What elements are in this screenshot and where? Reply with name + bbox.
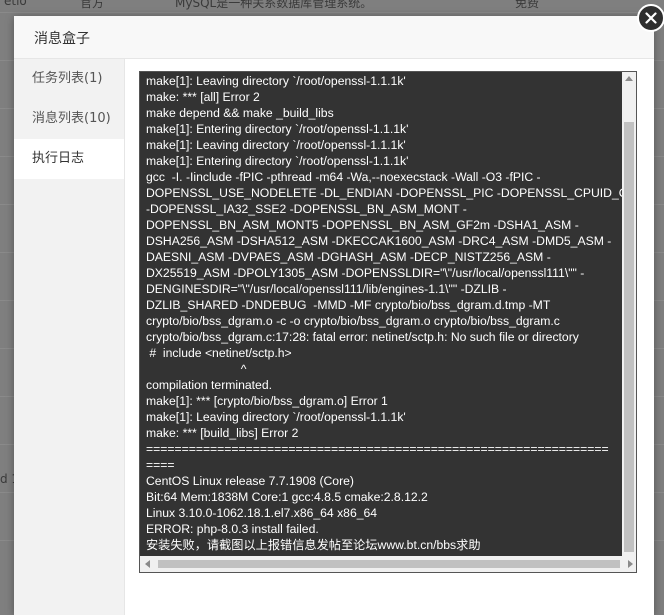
- bg-cell: 免费: [515, 0, 540, 10]
- scroll-right-arrow-icon[interactable]: [628, 560, 633, 568]
- vertical-scrollbar[interactable]: [622, 72, 636, 556]
- bg-divider: [0, 12, 664, 13]
- sidebar-item-task-list[interactable]: 任务列表(1): [14, 59, 124, 99]
- sidebar-item-message-list[interactable]: 消息列表(10): [14, 99, 124, 139]
- log-line: ========================================…: [146, 442, 609, 456]
- bg-cell: 官方: [80, 0, 105, 10]
- log-line: DX25519_ASM -DPOLY1305_ASM -DOPENSSLDIR=…: [146, 266, 585, 280]
- log-line: make[1]: Leaving directory `/root/openss…: [146, 138, 406, 152]
- log-line: crypto/bio/bss_dgram.c:17:28: fatal erro…: [146, 330, 579, 344]
- execution-log-panel[interactable]: make[1]: Leaving directory `/root/openss…: [139, 71, 637, 573]
- log-line: crypto/bio/bss_dgram.o -c -o crypto/bio/…: [146, 314, 560, 328]
- log-line: gcc -I. -Iinclude -fPIC -pthread -m64 -W…: [146, 170, 541, 184]
- log-line: make[1]: Entering directory `/root/opens…: [146, 122, 409, 136]
- log-line: 安装失败，请截图以上报错信息发帖至论坛www.bt.cn/bbs求助: [146, 538, 481, 552]
- log-output: make[1]: Leaving directory `/root/openss…: [146, 73, 624, 553]
- dialog-sidebar: 任务列表(1) 消息列表(10) 执行日志: [14, 59, 125, 615]
- sidebar-item-label: 任务列表(1): [32, 71, 103, 86]
- log-line: make: *** [build_libs] Error 2: [146, 426, 299, 440]
- log-line: DSHA256_ASM -DSHA512_ASM -DKECCAK1600_AS…: [146, 234, 612, 248]
- close-icon: [645, 12, 657, 24]
- scroll-left-arrow-icon[interactable]: [145, 560, 150, 568]
- log-line: make depend && make _build_libs: [146, 106, 334, 120]
- log-line: Bit:64 Mem:1838M Core:1 gcc:4.8.5 cmake:…: [146, 490, 428, 504]
- log-line: -DOPENSSL_IA32_SSE2 -DOPENSSL_BN_ASM_MON…: [146, 202, 467, 216]
- log-line: make[1]: *** [crypto/bio/bss_dgram.o] Er…: [146, 394, 388, 408]
- log-line: Linux 3.10.0-1062.18.1.el7.x86_64 x86_64: [146, 506, 378, 520]
- log-line: DOPENSSL_BN_ASM_MONT5 -DOPENSSL_BN_ASM_G…: [146, 218, 579, 232]
- log-line: # include <netinet/sctp.h>: [146, 346, 292, 360]
- log-line: DAESNI_ASM -DVPAES_ASM -DGHASH_ASM -DECP…: [146, 250, 551, 264]
- dialog-title: 消息盒子: [34, 31, 90, 47]
- log-line: ^: [146, 362, 247, 376]
- log-line: DZLIB_SHARED -DNDEBUG -MMD -MF crypto/bi…: [146, 298, 551, 312]
- scrollbar-thumb[interactable]: [624, 122, 634, 552]
- sidebar-item-label: 消息列表(10): [32, 111, 111, 126]
- log-line: DOPENSSL_USE_NODELETE -DL_ENDIAN -DOPENS…: [146, 186, 624, 200]
- log-line: make: *** [all] Error 2: [146, 90, 260, 104]
- log-line: make[1]: Leaving directory `/root/openss…: [146, 410, 406, 424]
- scroll-up-arrow-icon[interactable]: [625, 76, 633, 81]
- log-line: compilation terminated.: [146, 378, 272, 392]
- log-line: ====: [146, 458, 175, 472]
- log-line: DENGINESDIR="\"/usr/local/openssl111/lib…: [146, 282, 507, 296]
- sidebar-item-label: 执行日志: [32, 151, 85, 166]
- sidebar-item-execution-log[interactable]: 执行日志: [14, 139, 124, 179]
- log-line: make[1]: Leaving directory `/root/openss…: [146, 74, 406, 88]
- log-line: ERROR: php-8.0.3 install failed.: [146, 522, 319, 536]
- message-box-dialog: 消息盒子 任务列表(1) 消息列表(10) 执行日志 make[1]: Leav…: [14, 4, 664, 615]
- log-line: CentOS Linux release 7.7.1908 (Core): [146, 474, 354, 488]
- bg-cell: MySQL是一种关系数据库管理系统。: [175, 0, 373, 10]
- log-line: make[1]: Entering directory `/root/opens…: [146, 154, 409, 168]
- close-button[interactable]: [637, 4, 664, 32]
- dialog-header: 消息盒子: [14, 16, 654, 59]
- horizontal-scrollbar[interactable]: [140, 556, 636, 572]
- bg-cell: etlo: [4, 0, 27, 8]
- scrollbar-thumb[interactable]: [158, 560, 620, 568]
